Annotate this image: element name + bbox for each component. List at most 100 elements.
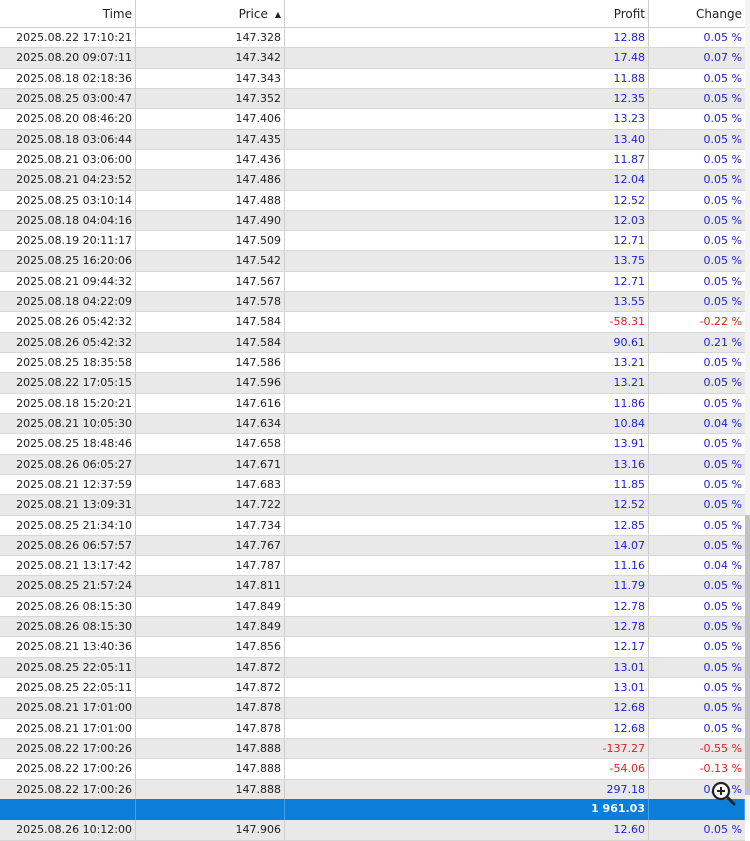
- table-row[interactable]: 2025.08.25 16:20:06 147.542 13.75 0.05 %: [0, 251, 745, 272]
- table-row[interactable]: 2025.08.25 22:05:11 147.872 13.01 0.05 %: [0, 678, 745, 699]
- time-cell: 2025.08.22 17:00:26: [0, 779, 136, 799]
- table-row[interactable]: 2025.08.22 17:00:26 147.888 -54.06 -0.13 %: [0, 759, 745, 780]
- table-row[interactable]: 2025.08.18 03:06:44 147.435 13.40 0.05 %: [0, 129, 745, 150]
- change-cell: 0.05 %: [703, 193, 742, 207]
- table-row[interactable]: 2025.08.21 09:44:32 147.567 12.71 0.05 %: [0, 271, 745, 293]
- time-cell: 2025.08.25 16:20:06: [0, 251, 136, 271]
- table-row[interactable]: 2025.08.26 08:15:30 147.849 12.78 0.05 %: [0, 596, 745, 618]
- table-row[interactable]: 2025.08.25 03:10:14 147.488 12.52 0.05 %: [0, 190, 745, 211]
- scrollbar-thumb[interactable]: [745, 515, 750, 795]
- table-body: 2025.08.22 17:10:21 147.328 12.88 0.05 % 202…: [0, 28, 745, 841]
- price-cell: 147.542: [136, 251, 285, 271]
- time-cell: 2025.08.18 02:18:36: [0, 68, 136, 88]
- table-row[interactable]: 2025.08.21 17:01:00 147.878 12.68 0.05 %: [0, 698, 745, 719]
- time-cell: 2025.08.21 13:09:31: [0, 495, 136, 515]
- time-cell: 2025.08.21 13:40:36: [0, 637, 136, 657]
- price-cell: 147.584: [136, 312, 285, 332]
- table-row[interactable]: 2025.08.18 15:20:21 147.616 11.86 0.05 %: [0, 393, 745, 414]
- profit-cell: 90.61: [285, 332, 649, 352]
- price-cell: 147.787: [136, 556, 285, 576]
- time-cell: 2025.08.25 18:35:58: [0, 353, 136, 373]
- profit-cell: -58.31: [285, 312, 649, 332]
- vertical-scrollbar[interactable]: [745, 0, 750, 820]
- table-row[interactable]: 2025.08.21 13:09:31 147.722 12.52 0.05 %: [0, 495, 745, 516]
- change-cell: 0.05 %: [703, 396, 742, 410]
- time-cell: 2025.08.22 17:05:15: [0, 373, 136, 393]
- time-cell: 2025.08.25 21:57:24: [0, 576, 136, 596]
- change-cell: 0.05 %: [703, 71, 742, 85]
- profit-cell: -137.27: [285, 738, 649, 759]
- price-cell: 147.634: [136, 413, 285, 434]
- table-row[interactable]: 2025.08.22 17:00:26147.888297.180.42 %: [0, 779, 745, 800]
- change-cell: 0.05 %: [703, 437, 742, 451]
- table-row[interactable]: 2025.08.21 13:17:42 147.787 11.16 0.04 %: [0, 556, 745, 577]
- column-header-time[interactable]: Time: [0, 0, 136, 27]
- profit-cell: 12.04: [285, 170, 649, 190]
- table-row[interactable]: 2025.08.21 03:06:00 147.436 11.87 0.05 %: [0, 149, 745, 171]
- profit-cell: 11.88: [285, 68, 649, 88]
- table-row[interactable]: 2025.08.25 18:35:58 147.586 13.21 0.05 %: [0, 353, 745, 374]
- change-cell: 0.04 %: [703, 416, 742, 430]
- price-cell: 147.878: [136, 718, 285, 738]
- time-cell: 2025.08.26 10:12:00: [0, 820, 136, 840]
- profit-cell: 11.86: [285, 393, 649, 413]
- table-row[interactable]: 2025.08.20 09:07:11 147.342 17.48 0.07 %: [0, 48, 745, 69]
- table-row[interactable]: 2025.08.21 13:40:36 147.856 12.17 0.05 %: [0, 637, 745, 658]
- footer-profit-total: 1 961.03: [285, 799, 649, 820]
- change-cell: 0.05 %: [703, 213, 742, 227]
- table-row[interactable]: 2025.08.20 08:46:20 147.406 13.23 0.05 %: [0, 109, 745, 130]
- time-cell: 2025.08.26 08:15:30: [0, 617, 136, 637]
- time-cell: 2025.08.25 22:05:11: [0, 657, 136, 677]
- table-row[interactable]: 2025.08.26 05:42:32 147.584 90.61 0.21 %: [0, 332, 745, 353]
- table-row[interactable]: 2025.08.18 04:04:16 147.490 12.03 0.05 %: [0, 210, 745, 232]
- profit-cell: 11.16: [285, 556, 649, 576]
- column-header-change[interactable]: Change: [649, 0, 745, 27]
- price-cell: 147.509: [136, 231, 285, 251]
- table-row[interactable]: 2025.08.25 22:05:11 147.872 13.01 0.05 %: [0, 657, 745, 678]
- table-row[interactable]: 2025.08.26 05:42:32 147.584 -58.31 -0.22 %: [0, 312, 745, 333]
- change-cell: 0.05 %: [703, 234, 742, 248]
- column-header-profit[interactable]: Profit: [285, 0, 649, 27]
- change-cell: -0.55 %: [699, 741, 742, 755]
- zoom-in-icon[interactable]: [708, 778, 738, 808]
- price-cell: 147.658: [136, 434, 285, 454]
- price-cell: 147.849: [136, 617, 285, 637]
- change-cell: 0.05 %: [703, 91, 742, 105]
- table-row[interactable]: 2025.08.21 17:01:00 147.878 12.68 0.05 %: [0, 718, 745, 739]
- table-row[interactable]: 2025.08.22 17:00:26 147.888 -137.27 -0.55 %: [0, 738, 745, 760]
- profit-cell: 13.55: [285, 292, 649, 312]
- price-cell: 147.352: [136, 88, 285, 109]
- change-cell: 0.05 %: [703, 132, 742, 146]
- table-row[interactable]: 2025.08.18 04:22:09 147.578 13.55 0.05 %: [0, 292, 745, 313]
- table-row[interactable]: 2025.08.25 21:34:10 147.734 12.85 0.05 %: [0, 515, 745, 536]
- price-cell: 147.888: [136, 759, 285, 779]
- profit-cell: 12.52: [285, 190, 649, 210]
- price-cell: 147.906: [136, 820, 285, 840]
- table-row[interactable]: 2025.08.26 06:57:57 147.767 14.07 0.05 %: [0, 535, 745, 557]
- price-cell: 147.722: [136, 495, 285, 515]
- table-row[interactable]: 2025.08.26 10:12:00 147.906 12.60 0.05 %: [0, 820, 745, 841]
- change-cell: 0.05 %: [703, 579, 742, 593]
- table-row[interactable]: 2025.08.25 21:57:24 147.811 11.79 0.05 %: [0, 576, 745, 597]
- change-cell: -0.13 %: [699, 762, 742, 776]
- table-row[interactable]: 2025.08.25 18:48:46 147.658 13.91 0.05 %: [0, 434, 745, 455]
- column-header-price[interactable]: Price ▲: [136, 0, 285, 27]
- profit-cell: 17.48: [285, 48, 649, 68]
- table-row[interactable]: 2025.08.25 03:00:47 147.352 12.35 0.05 %: [0, 88, 745, 110]
- table-row[interactable]: 2025.08.21 10:05:30 147.634 10.84 0.04 %: [0, 413, 745, 435]
- change-cell: 0.05 %: [703, 112, 742, 126]
- table-row[interactable]: 2025.08.22 17:10:21 147.328 12.88 0.05 %: [0, 28, 745, 49]
- table-row[interactable]: 2025.08.18 02:18:36 147.343 11.88 0.05 %: [0, 68, 745, 89]
- change-cell: 0.05 %: [703, 538, 742, 552]
- table-row[interactable]: 2025.08.26 06:05:27 147.671 13.16 0.05 %: [0, 454, 745, 475]
- profit-cell: 13.01: [285, 678, 649, 698]
- table-row[interactable]: 2025.08.21 04:23:52 147.486 12.04 0.05 %: [0, 170, 745, 191]
- price-cell: 147.342: [136, 48, 285, 68]
- table-row[interactable]: 2025.08.22 17:05:15 147.596 13.21 0.05 %: [0, 373, 745, 394]
- time-cell: 2025.08.21 03:06:00: [0, 149, 136, 170]
- table-row[interactable]: 2025.08.19 20:11:17 147.509 12.71 0.05 %: [0, 231, 745, 252]
- change-cell: 0.05 %: [703, 31, 742, 44]
- table-row[interactable]: 2025.08.21 12:37:59 147.683 11.85 0.05 %: [0, 474, 745, 496]
- profit-cell: 12.71: [285, 231, 649, 251]
- table-row[interactable]: 2025.08.26 08:15:30 147.849 12.78 0.05 %: [0, 617, 745, 638]
